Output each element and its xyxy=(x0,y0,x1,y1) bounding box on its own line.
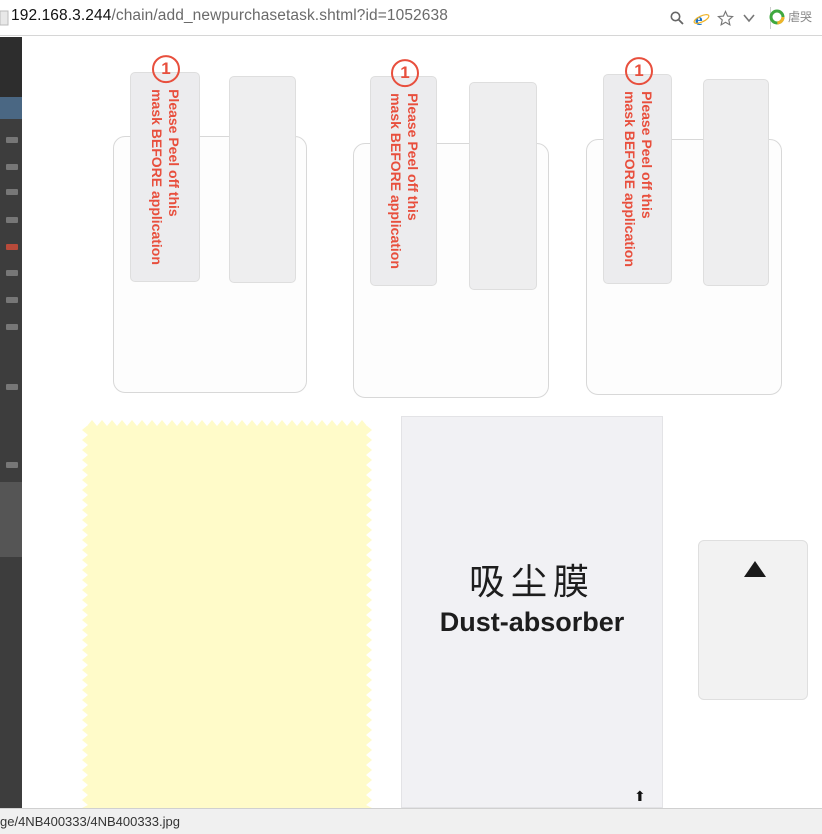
sidebar-item[interactable] xyxy=(6,324,18,330)
sidebar-active-item[interactable] xyxy=(0,97,22,119)
sidebar-header xyxy=(0,37,22,97)
clear-tab xyxy=(703,79,769,286)
clear-tab xyxy=(469,82,537,290)
dust-absorber-english-label: Dust-absorber xyxy=(439,607,625,637)
peel-instruction-line2: mask BEFORE application xyxy=(149,89,165,265)
peel-instruction-line1: Please Peel off this xyxy=(638,91,655,219)
triangle-up-icon xyxy=(744,561,766,577)
ie-logo-icon[interactable]: e xyxy=(692,9,710,27)
cleaning-cloth-pinked-edge xyxy=(82,420,372,808)
sidebar-panel xyxy=(0,482,22,557)
sidebar-item[interactable] xyxy=(6,164,18,170)
search-engine-label: 虐哭 xyxy=(788,10,813,24)
sidebar-item[interactable] xyxy=(6,217,18,223)
peel-instruction-line2: mask BEFORE application xyxy=(621,91,638,267)
sidebar-item[interactable] xyxy=(6,297,18,303)
sidebar-item[interactable] xyxy=(6,137,18,143)
guide-sticker xyxy=(698,540,808,700)
product-image: 1 Please Peel off this mask BEFORE appli… xyxy=(22,55,822,808)
search-engine-icon xyxy=(769,9,785,24)
peel-instruction: 1 Please Peel off this mask BEFORE appli… xyxy=(148,55,182,265)
peel-tab: 1 Please Peel off this mask BEFORE appli… xyxy=(370,59,437,286)
chevron-down-icon[interactable] xyxy=(740,9,758,27)
peel-instruction-line1: Please Peel off this xyxy=(404,93,421,221)
peel-instruction-line1: Please Peel off this xyxy=(166,89,182,217)
peel-instruction: 1 Please Peel off this mask BEFORE appli… xyxy=(621,57,655,267)
status-bar: ge/4NB400333/4NB400333.jpg xyxy=(0,808,822,834)
url-path: /chain/add_newpurchasetask.shtml?id=1052… xyxy=(111,7,448,24)
peel-tab: 1 Please Peel off this mask BEFORE appli… xyxy=(130,55,200,282)
step-number-badge: 1 xyxy=(624,57,653,86)
status-link-url: ge/4NB400333/4NB400333.jpg xyxy=(0,814,180,829)
page-icon xyxy=(0,9,10,27)
left-sidebar xyxy=(0,37,22,808)
address-bar-actions: e xyxy=(668,7,775,29)
search-icon[interactable] xyxy=(668,9,686,27)
url-host: 192.168.3.244 xyxy=(11,7,112,24)
clear-tab xyxy=(229,76,296,283)
arrow-up-icon: ⬆ xyxy=(634,789,646,805)
peel-instruction-line2: mask BEFORE application xyxy=(387,93,404,269)
peel-tab: 1 Please Peel off this mask BEFORE appli… xyxy=(603,57,672,284)
sidebar-item[interactable] xyxy=(6,189,18,195)
search-engine-box[interactable]: 虐哭 xyxy=(769,8,812,25)
star-icon[interactable] xyxy=(716,9,734,27)
step-number-badge: 1 xyxy=(152,55,180,84)
sidebar-item[interactable] xyxy=(6,462,18,468)
step-number-badge: 1 xyxy=(390,59,419,88)
sidebar-item[interactable] xyxy=(6,384,18,390)
address-bar: 192.168.3.244/chain/add_newpurchasetask.… xyxy=(0,0,822,36)
sidebar-item[interactable] xyxy=(6,270,18,276)
dust-absorber-card: 吸尘膜 Dust-absorber ⬆ xyxy=(401,416,663,808)
peel-instruction: 1 Please Peel off this mask BEFORE appli… xyxy=(387,59,421,269)
dust-absorber-chinese-label: 吸尘膜 xyxy=(468,562,595,603)
sidebar-item[interactable] xyxy=(6,244,18,250)
url-field[interactable]: 192.168.3.244/chain/add_newpurchasetask.… xyxy=(11,7,448,25)
